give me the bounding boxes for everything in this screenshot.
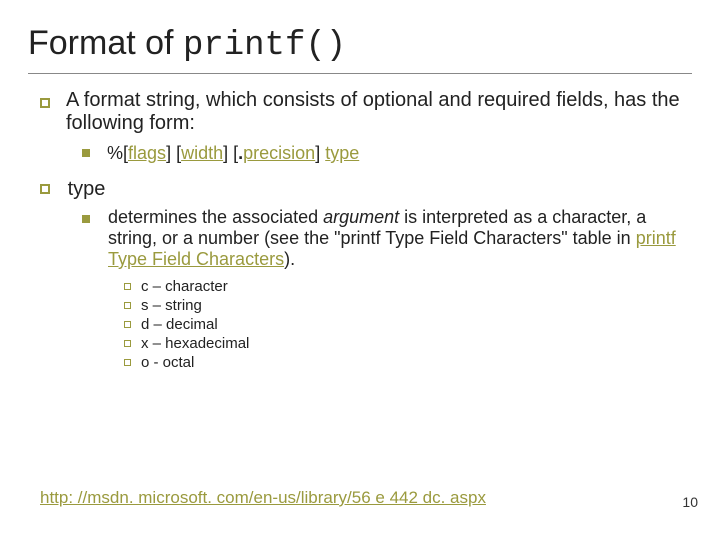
det-arg: argument [323, 207, 399, 227]
fmt-b2: ] [ [223, 143, 238, 163]
title-code: printf() [183, 27, 346, 65]
title-text: Format of [28, 24, 183, 62]
bullet-format-string: A format string, which consists of optio… [40, 92, 692, 164]
bullet-list: A format string, which consists of optio… [28, 92, 692, 371]
type-d: d – decimal [124, 316, 692, 333]
slide: Format of printf() A format string, whic… [0, 0, 720, 540]
type-x: x – hexadecimal [124, 335, 692, 352]
type-s: s – string [124, 297, 692, 314]
fmt-b1: ] [ [166, 143, 181, 163]
det3: ). [284, 249, 295, 269]
bullet-type: type determines the associated argument … [40, 178, 692, 371]
type-o: o - octal [124, 354, 692, 371]
type-description: determines the associated argument is in… [82, 209, 692, 371]
bullet1-text: A format string, which consists of optio… [66, 89, 680, 134]
link-precision[interactable]: precision [243, 143, 315, 163]
bullet2-text: type [68, 178, 106, 200]
slide-title: Format of printf() [28, 12, 692, 71]
fmt-b3: ] [315, 143, 325, 163]
title-rule [28, 73, 692, 74]
link-type[interactable]: type [325, 143, 359, 163]
fmt-pct: %[ [107, 143, 128, 163]
type-c: c – character [124, 278, 692, 295]
link-flags[interactable]: flags [128, 143, 166, 163]
type-codes-list: c – character s – string d – decimal x –… [82, 278, 692, 371]
footer-link[interactable]: http: //msdn. microsoft. com/en-us/libra… [40, 488, 486, 508]
link-width[interactable]: width [181, 143, 223, 163]
format-syntax: %[flags] [width] [.precision] type [82, 143, 692, 164]
page-number: 10 [682, 494, 698, 510]
det1: determines the associated [108, 207, 323, 227]
